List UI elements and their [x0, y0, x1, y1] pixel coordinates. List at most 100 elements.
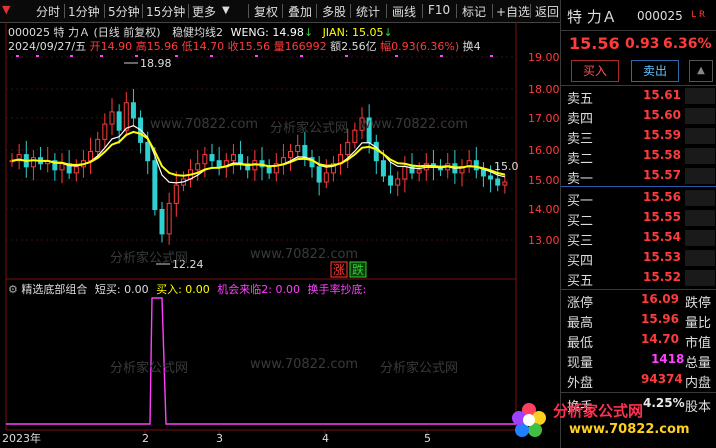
bid-row[interactable]: 买二 15.55	[561, 208, 716, 229]
kline-chart-area[interactable]: 18.98 12.24 15.0 涨 跌 19.00 18.00 17.00 1…	[0, 22, 560, 448]
svg-text:15.00: 15.00	[528, 174, 560, 187]
quote-pct: 6.36%	[663, 36, 712, 52]
candle-body	[173, 184, 179, 204]
expand-icon[interactable]: ▲	[689, 60, 713, 82]
tab-15min[interactable]: 15分钟	[146, 3, 185, 20]
candle-body	[395, 178, 401, 186]
candle-body	[209, 154, 215, 162]
svg-text:18.00: 18.00	[528, 83, 560, 96]
candle-body	[345, 141, 351, 156]
btn-tongji[interactable]: 统计	[356, 3, 380, 20]
candle-body	[159, 209, 165, 235]
btn-diejia[interactable]: 叠加	[288, 3, 312, 20]
candle-body	[373, 141, 379, 162]
chevron-down-icon[interactable]: ▼	[222, 5, 230, 16]
candle-body	[495, 178, 501, 186]
logo-url: www.70822.com	[569, 422, 690, 437]
candle-body	[123, 102, 129, 131]
stat-row: 现量 1418 总量	[567, 352, 712, 371]
ask-row[interactable]: 卖二 15.58	[561, 146, 716, 167]
kline-chart-svg[interactable]: 18.98 12.24 15.0 涨 跌 19.00 18.00 17.00 1…	[0, 22, 560, 448]
open-label: 开	[89, 40, 101, 53]
turnover-label: 换	[462, 40, 474, 53]
divider	[492, 4, 493, 18]
ask-row[interactable]: 卖一 15.57	[561, 166, 716, 187]
turnover-value: 4	[473, 40, 481, 53]
ma-line-white	[11, 125, 505, 184]
menu-arrow-icon[interactable]: ▼	[2, 3, 10, 16]
candle-body	[302, 144, 308, 159]
candle-body	[288, 151, 294, 159]
low-label: 低	[181, 40, 193, 53]
tab-fenshi[interactable]: 分时	[36, 3, 60, 20]
candle-body	[102, 123, 108, 140]
amount-value: 2.56亿	[341, 40, 377, 53]
ask-row[interactable]: 卖四 15.60	[561, 106, 716, 127]
btn-biaoji[interactable]: 标记	[462, 3, 486, 20]
price-axis: 19.00 18.00 17.00 16.00 15.00 14.00 13.0…	[528, 51, 560, 247]
watermark: 分析家公式网	[380, 361, 459, 376]
candle-body	[88, 151, 94, 162]
ask-row[interactable]: 卖五 15.61	[561, 86, 716, 107]
divider	[561, 186, 716, 187]
sub-indicator-title[interactable]: 精选底部组合	[21, 283, 87, 296]
duanmai-value: 短买: 0.00	[94, 283, 149, 296]
divider	[561, 30, 716, 31]
buy-button[interactable]: 买入	[571, 60, 619, 82]
btn-f10[interactable]: F10	[428, 3, 450, 17]
time-axis-ticks	[144, 430, 428, 434]
svg-text:13.00: 13.00	[528, 234, 560, 247]
svg-text:16.00: 16.00	[528, 144, 560, 157]
candle-body	[166, 202, 172, 235]
divider	[422, 4, 423, 18]
die-badge: 跌	[352, 262, 364, 277]
divider	[104, 4, 105, 18]
bid-row[interactable]: 买五 15.52	[561, 268, 716, 289]
settings-gear-icon[interactable]: ⚙	[8, 283, 18, 296]
divider	[456, 4, 457, 18]
divider	[386, 4, 387, 18]
stat-row: 涨停 16.09 跌停	[567, 292, 712, 311]
amplitude-label: 幅	[380, 40, 392, 53]
candle-body	[230, 154, 236, 162]
watermark: www.70822.com	[250, 247, 359, 262]
candle-body	[266, 166, 272, 174]
high-label: 高	[135, 40, 147, 53]
candle-body	[388, 175, 394, 186]
candle-body	[323, 172, 329, 183]
watermark: www.70822.com	[250, 357, 359, 372]
bid-row[interactable]: 买四 15.53	[561, 248, 716, 269]
ask-row[interactable]: 卖三 15.59	[561, 126, 716, 147]
quote-stock-code: 000025	[637, 9, 683, 23]
watermark: 分析家公式网	[110, 251, 189, 266]
bid-row[interactable]: 买三 15.54	[561, 228, 716, 249]
btn-add-favorite[interactable]: +自选	[496, 3, 530, 20]
btn-duogu[interactable]: 多股	[322, 3, 346, 20]
btn-back[interactable]: 返回	[535, 3, 559, 20]
svg-text:2023年: 2023年	[2, 431, 41, 445]
watermark: www.70822.com	[360, 117, 469, 132]
tab-more[interactable]: 更多	[192, 3, 216, 20]
candle-body	[316, 166, 322, 183]
candle-body	[380, 160, 386, 177]
volume-value: 166992	[284, 40, 327, 53]
candle-body	[130, 102, 136, 119]
candle-body	[216, 160, 222, 168]
btn-huaxian[interactable]: 画线	[392, 3, 416, 20]
candle-body	[488, 175, 494, 180]
candle-body	[238, 154, 244, 165]
divider	[64, 4, 65, 18]
amount-label: 额	[330, 40, 342, 53]
tab-1min[interactable]: 1分钟	[68, 3, 100, 20]
bid-row[interactable]: 买一 15.56	[561, 188, 716, 209]
candle-body	[195, 163, 201, 171]
tab-5min[interactable]: 5分钟	[108, 3, 140, 20]
candle-body	[30, 157, 36, 168]
candle-body	[473, 160, 479, 171]
btn-fuquan[interactable]: 复权	[254, 3, 278, 20]
ma-line-yellow	[11, 130, 506, 177]
candle-body	[295, 144, 301, 153]
watermark: 分析家公式网	[270, 121, 349, 136]
svg-text:19.00: 19.00	[528, 51, 560, 64]
sell-button[interactable]: 卖出	[631, 60, 679, 82]
